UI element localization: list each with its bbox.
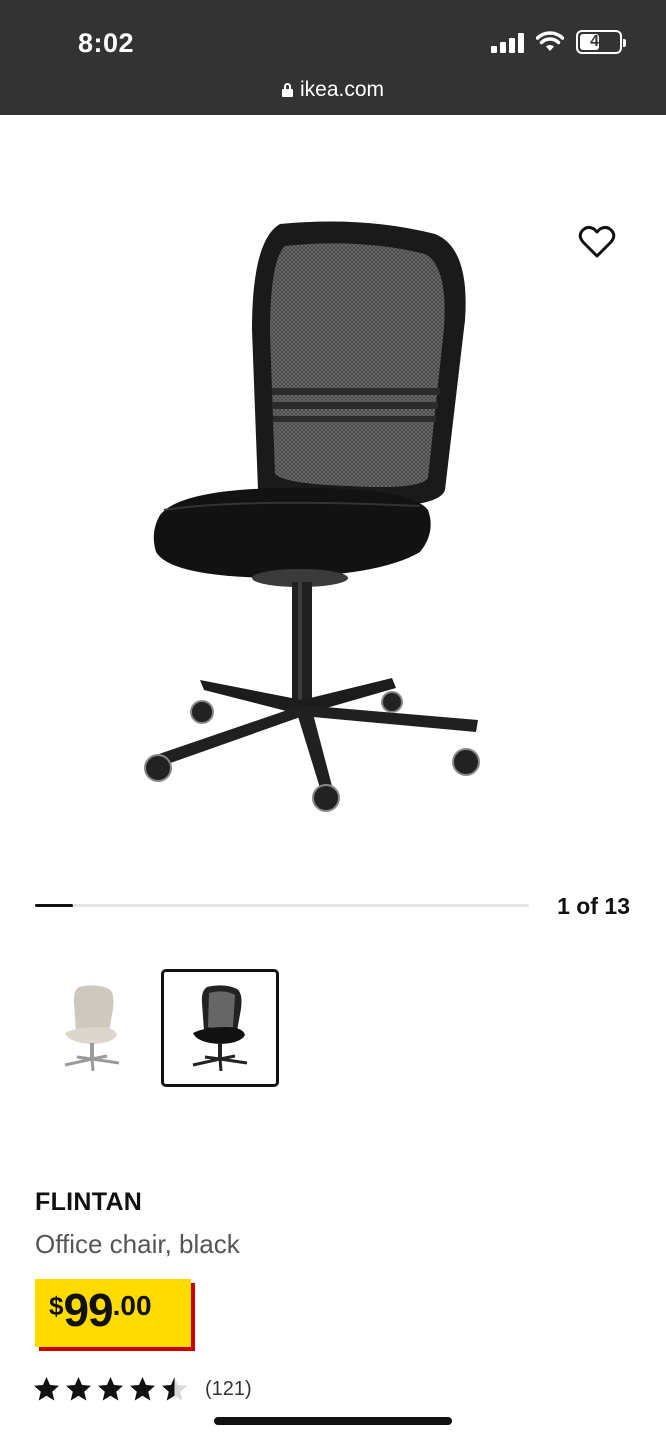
battery-level: 47 [590, 33, 608, 50]
gallery-progress-fill [35, 904, 74, 907]
price-currency: $ [49, 1291, 64, 1321]
star-icon [34, 1377, 59, 1401]
product-name: FLINTAN [35, 1188, 143, 1216]
price-whole: 99 [63, 1284, 113, 1336]
thumbnail-beige-chair[interactable] [33, 969, 151, 1087]
status-time: 8:02 [78, 28, 135, 58]
star-icon [130, 1377, 155, 1401]
home-indicator [214, 1417, 452, 1425]
address-bar[interactable]: ikea.com [0, 78, 666, 102]
product-rating[interactable]: (121) [33, 1376, 252, 1402]
url-text: ikea.com [299, 78, 385, 101]
battery-icon: 47 [576, 30, 626, 54]
wifi-icon [536, 31, 564, 51]
thumbnail-image [192, 985, 248, 1072]
price-tag: $ 99 .00 [35, 1279, 195, 1351]
status-icons: 47 [491, 30, 626, 54]
gallery-progress-bar [35, 904, 529, 907]
thumbnail-black-chair[interactable] [161, 969, 279, 1087]
product-image-office-chair[interactable] [120, 210, 510, 830]
price-decimal: .00 [112, 1290, 152, 1321]
star-icon [66, 1377, 91, 1401]
heart-icon[interactable] [578, 224, 616, 260]
lock-icon [281, 83, 293, 97]
thumbnail-image [64, 985, 120, 1072]
browser-top-bar: 8:02 47 ikea.com [0, 0, 666, 115]
star-icon [98, 1377, 123, 1401]
star-icon [162, 1377, 187, 1401]
review-count[interactable]: (121) [205, 1378, 252, 1401]
gallery-counter: 1 of 13 [557, 893, 630, 919]
signal-icon [491, 31, 524, 53]
product-description: Office chair, black [35, 1229, 240, 1259]
